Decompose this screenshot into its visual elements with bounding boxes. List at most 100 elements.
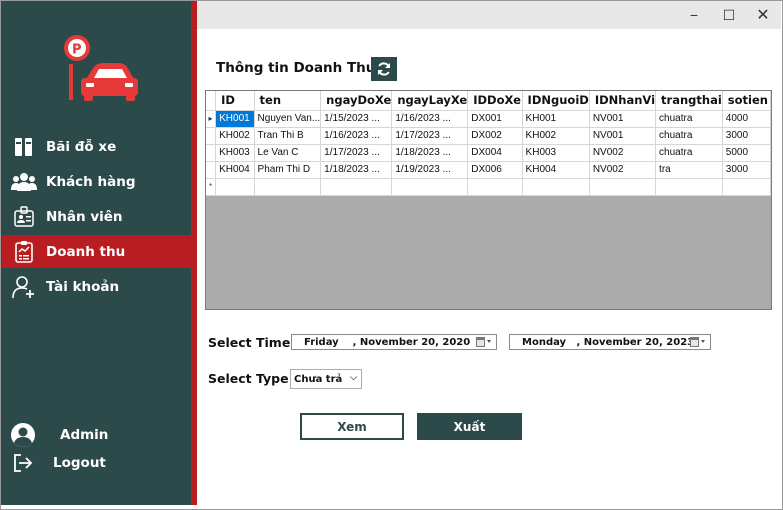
- table-row[interactable]: KH002 Tran Thi B 1/16/2023 ... 1/17/2023 ..…: [206, 127, 771, 145]
- column-header[interactable]: sotien: [722, 91, 771, 111]
- table-cell[interactable]: Pham Thi D: [254, 161, 322, 179]
- export-button[interactable]: Xuất: [417, 413, 522, 440]
- table-row[interactable]: ▸ KH001 Nguyen Van... 1/15/2023 ... 1/16/202…: [206, 110, 771, 128]
- type-select[interactable]: Chưa trả ⌵: [290, 369, 362, 389]
- table-cell[interactable]: 1/17/2023 ...: [320, 144, 393, 162]
- row-header[interactable]: [206, 144, 217, 162]
- sidebar-item-doanh-thu[interactable]: Doanh thu: [2, 235, 192, 268]
- table-cell[interactable]: DX004: [467, 144, 523, 162]
- employee-badge-icon: [9, 205, 39, 229]
- table-cell[interactable]: Le Van C: [254, 144, 322, 162]
- table-cell[interactable]: 1/18/2023 ...: [320, 161, 393, 179]
- table-cell[interactable]: NV001: [589, 127, 657, 145]
- column-header[interactable]: ngayLayXe: [391, 91, 469, 111]
- table-cell[interactable]: KH003: [215, 144, 255, 162]
- table-cell[interactable]: KH001: [215, 110, 255, 128]
- row-header-corner: [206, 91, 217, 111]
- table-row[interactable]: KH003 Le Van C 1/17/2023 ... 1/18/2023 ... D…: [206, 144, 771, 162]
- column-header[interactable]: ngayDoXe: [320, 91, 393, 111]
- table-cell[interactable]: [391, 178, 469, 196]
- logout-button[interactable]: Logout: [2, 450, 192, 476]
- table-cell[interactable]: KH003: [522, 144, 590, 162]
- close-button[interactable]: ✕: [753, 6, 773, 24]
- table-cell[interactable]: 3000: [722, 127, 771, 145]
- table-cell[interactable]: 4000: [722, 110, 771, 128]
- calendar-dropdown-icon[interactable]: [476, 337, 492, 347]
- table-cell[interactable]: KH002: [215, 127, 255, 145]
- table-cell[interactable]: [522, 178, 590, 196]
- table-cell[interactable]: [215, 178, 255, 196]
- refresh-icon: [378, 62, 390, 76]
- sidebar-item-tai-khoan[interactable]: Tài khoản: [2, 270, 192, 303]
- table-cell[interactable]: tra: [655, 161, 723, 179]
- table-cell[interactable]: NV002: [589, 161, 657, 179]
- table-cell[interactable]: [467, 178, 523, 196]
- column-header[interactable]: ten: [254, 91, 322, 111]
- column-header[interactable]: IDNhanVi: [589, 91, 657, 111]
- maximize-button[interactable]: ☐: [719, 6, 739, 24]
- table-cell[interactable]: NV001: [589, 110, 657, 128]
- column-header[interactable]: trangthai: [655, 91, 723, 111]
- admin-label: Admin: [60, 427, 109, 443]
- table-cell[interactable]: chuatra: [655, 110, 723, 128]
- sidebar-item-khach-hang[interactable]: Khách hàng: [2, 165, 192, 198]
- table-cell[interactable]: chuatra: [655, 144, 723, 162]
- view-button[interactable]: Xem: [300, 413, 404, 440]
- svg-text:P: P: [72, 43, 82, 58]
- column-header[interactable]: ID: [215, 91, 255, 111]
- table-cell[interactable]: 1/15/2023 ...: [320, 110, 393, 128]
- calendar-dropdown-icon[interactable]: [690, 337, 706, 347]
- minimize-button[interactable]: −: [684, 6, 704, 24]
- logout-icon: [13, 452, 35, 474]
- revenue-data-grid[interactable]: ID ten ngayDoXe ngayLayXe IDDoXe IDNguoi…: [205, 90, 772, 310]
- table-cell[interactable]: [722, 178, 771, 196]
- column-header[interactable]: IDDoXe: [467, 91, 523, 111]
- sidebar-item-bai-do-xe[interactable]: Bãi đỗ xe: [2, 130, 192, 163]
- table-cell[interactable]: NV002: [589, 144, 657, 162]
- row-header[interactable]: [206, 161, 217, 179]
- table-cell[interactable]: KH004: [215, 161, 255, 179]
- admin-profile[interactable]: Admin: [2, 422, 192, 448]
- table-cell[interactable]: KH002: [522, 127, 590, 145]
- date-to-picker[interactable]: Monday , November 20, 2023: [509, 334, 711, 350]
- sidebar: P Bãi đỗ xe Khách hàng Nhân viên Doanh t…: [1, 1, 192, 505]
- table-cell[interactable]: 5000: [722, 144, 771, 162]
- new-row-marker: *: [206, 178, 217, 196]
- user-avatar-icon: [10, 423, 38, 447]
- table-cell[interactable]: KH004: [522, 161, 590, 179]
- table-cell[interactable]: DX001: [467, 110, 523, 128]
- add-user-icon: [9, 275, 39, 299]
- date-from-picker[interactable]: Friday , November 20, 2020: [291, 334, 497, 350]
- new-row[interactable]: *: [206, 178, 771, 196]
- table-cell[interactable]: Tran Thi B: [254, 127, 322, 145]
- date-from-value: Friday , November 20, 2020: [304, 336, 471, 348]
- table-cell[interactable]: 1/17/2023 ...: [391, 127, 469, 145]
- chevron-down-icon: ⌵: [350, 373, 357, 383]
- table-cell[interactable]: [655, 178, 723, 196]
- date-to-value: Monday , November 20, 2023: [522, 336, 695, 348]
- sidebar-item-nhan-vien[interactable]: Nhân viên: [2, 200, 192, 233]
- table-cell[interactable]: 1/19/2023 ...: [391, 161, 469, 179]
- row-header[interactable]: [206, 127, 217, 145]
- table-cell[interactable]: 1/18/2023 ...: [391, 144, 469, 162]
- table-cell[interactable]: chuatra: [655, 127, 723, 145]
- table-cell[interactable]: [254, 178, 322, 196]
- parking-lot-icon: [9, 135, 39, 159]
- table-cell[interactable]: Nguyen Van...: [254, 110, 322, 128]
- row-header[interactable]: ▸: [206, 110, 217, 128]
- table-cell[interactable]: 3000: [722, 161, 771, 179]
- table-cell[interactable]: 1/16/2023 ...: [391, 110, 469, 128]
- column-header[interactable]: IDNguoiD: [522, 91, 590, 111]
- logout-label: Logout: [53, 455, 106, 471]
- table-cell[interactable]: 1/16/2023 ...: [320, 127, 393, 145]
- sidebar-accent-edge: [191, 1, 197, 505]
- table-cell[interactable]: [589, 178, 657, 196]
- table-row[interactable]: KH004 Pham Thi D 1/18/2023 ... 1/19/2023 ..…: [206, 161, 771, 179]
- table-cell[interactable]: DX002: [467, 127, 523, 145]
- table-cell[interactable]: KH001: [522, 110, 590, 128]
- select-type-label: Select Type:: [208, 371, 294, 386]
- table-cell[interactable]: DX006: [467, 161, 523, 179]
- refresh-button[interactable]: [371, 57, 397, 81]
- table-cell[interactable]: [320, 178, 393, 196]
- sidebar-item-label: Nhân viên: [46, 208, 123, 225]
